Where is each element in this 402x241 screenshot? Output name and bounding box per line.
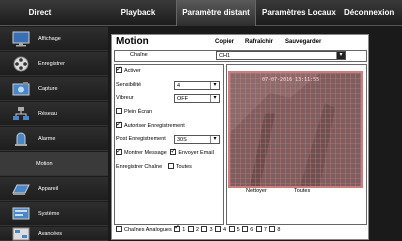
channel-number: 6 bbox=[250, 227, 254, 233]
activate-label: Activer bbox=[124, 68, 141, 74]
buzzer-label: Vibreur bbox=[116, 95, 134, 101]
activate-checkbox[interactable] bbox=[116, 64, 122, 75]
copy-button[interactable]: Copier bbox=[215, 37, 234, 47]
camera-icon bbox=[12, 81, 30, 97]
tab-logout[interactable]: Déconnexion bbox=[344, 0, 402, 26]
sidebar-item-label: Capture bbox=[38, 86, 58, 92]
sidebar-item-alarm[interactable]: Alarme bbox=[0, 127, 108, 151]
send-email-checkbox[interactable] bbox=[170, 146, 177, 157]
channel-select[interactable]: CH1 ▾ bbox=[216, 51, 346, 60]
top-navigation: Direct Playback Paramètre distant Paramè… bbox=[0, 0, 402, 26]
hdd-icon bbox=[12, 181, 30, 197]
page-title: Motion bbox=[116, 36, 149, 47]
sensitivity-label: Sensibilité bbox=[116, 82, 142, 88]
tab-remote-settings[interactable]: Paramètre distant bbox=[176, 0, 256, 26]
sidebar-item-motion[interactable]: Motion bbox=[0, 152, 108, 176]
channel-number: 5 bbox=[236, 227, 240, 233]
channel-label: Chaîne bbox=[130, 52, 148, 58]
clear-button[interactable]: Nettoyer bbox=[246, 186, 267, 197]
record-channel-label: Enregistrer Chaîne bbox=[116, 164, 163, 170]
sidebar: Affichage Enregistrer Capture Réseau Ala… bbox=[0, 26, 108, 241]
motion-settings-panel: Motion Copier Rafraîchir Sauvegarder Cha… bbox=[111, 34, 369, 240]
motion-grid-preview[interactable]: 07-07-2016 13:11:55 bbox=[228, 71, 363, 188]
allow-record-checkbox[interactable] bbox=[116, 119, 122, 130]
allow-record-row: Autoriser Enregistrement bbox=[116, 119, 185, 132]
send-email-label: Envoyer Email bbox=[178, 150, 214, 156]
message-email-row: Montrer Message Envoyer Email bbox=[116, 146, 214, 159]
film-reel-icon bbox=[12, 56, 30, 72]
sidebar-item-label: Système bbox=[38, 211, 60, 217]
tab-playback[interactable]: Playback bbox=[118, 0, 158, 26]
sidebar-item-record[interactable]: Enregistrer bbox=[0, 52, 108, 76]
channel-number: 1 bbox=[182, 227, 186, 233]
sensitivity-value: 4 bbox=[177, 83, 181, 89]
chevron-down-icon: ▾ bbox=[210, 136, 219, 143]
sidebar-item-label: Affichage bbox=[38, 36, 61, 42]
buzzer-select[interactable]: OFF ▾ bbox=[174, 94, 220, 103]
show-message-checkbox[interactable] bbox=[116, 146, 122, 157]
post-record-value: 30S bbox=[177, 137, 187, 143]
channel-checkbox-3[interactable] bbox=[201, 225, 208, 232]
panel-header: Motion Copier Rafraîchir Sauvegarder bbox=[112, 35, 370, 49]
channel-checkbox-2[interactable] bbox=[187, 225, 194, 232]
tab-direct[interactable]: Direct bbox=[0, 0, 80, 26]
system-icon bbox=[12, 206, 30, 222]
sidebar-item-label: Enregistrer bbox=[38, 61, 65, 67]
channel-checkbox-4[interactable] bbox=[215, 225, 222, 232]
show-message-label: Montrer Message bbox=[124, 150, 167, 156]
record-all-label: Toutes bbox=[175, 164, 192, 170]
sidebar-item-label: Réseau bbox=[38, 111, 57, 117]
save-button[interactable]: Sauvegarder bbox=[285, 37, 321, 47]
channel-number: 8 bbox=[277, 227, 281, 233]
select-all-grid-button[interactable]: Toutes bbox=[294, 186, 310, 197]
analog-all-checkbox[interactable] bbox=[116, 225, 122, 232]
channel-number: 3 bbox=[209, 227, 213, 233]
fullscreen-checkbox[interactable] bbox=[116, 107, 122, 114]
analog-channels-label: Chaînes Analogues bbox=[124, 227, 172, 233]
activate-row: Activer bbox=[116, 64, 141, 77]
sidebar-item-label: Motion bbox=[36, 161, 53, 167]
sidebar-item-label: Avancées bbox=[38, 231, 63, 237]
camera-preview-image bbox=[230, 73, 361, 186]
chevron-down-icon: ▾ bbox=[336, 52, 345, 59]
network-icon bbox=[12, 106, 30, 122]
monitor-icon bbox=[12, 31, 30, 47]
channel-checkbox-7[interactable] bbox=[255, 225, 262, 232]
tab-local-settings[interactable]: Paramètres Locaux bbox=[262, 0, 336, 26]
alarm-icon bbox=[12, 131, 30, 147]
channel-number: 2 bbox=[195, 227, 199, 233]
sidebar-item-label: Appareil bbox=[38, 186, 59, 192]
fullscreen-label: Plein Écran bbox=[124, 109, 153, 115]
analog-channels-row: Chaînes Analogues 1 2 3 4 5 6 7 8 bbox=[116, 223, 281, 235]
channel-checkbox-8[interactable] bbox=[269, 225, 276, 232]
sidebar-item-advanced[interactable]: Avancées bbox=[0, 227, 108, 241]
refresh-button[interactable]: Rafraîchir bbox=[245, 37, 273, 47]
record-all-checkbox[interactable] bbox=[167, 162, 174, 169]
sidebar-item-capture[interactable]: Capture bbox=[0, 77, 108, 101]
sidebar-item-system[interactable]: Système bbox=[0, 202, 108, 226]
fullscreen-row: Plein Écran bbox=[116, 107, 152, 118]
allow-record-label: Autoriser Enregistrement bbox=[124, 123, 185, 129]
sidebar-item-display[interactable]: Affichage bbox=[0, 27, 108, 51]
channel-checkbox-5[interactable] bbox=[228, 225, 235, 232]
post-record-select[interactable]: 30S ▾ bbox=[174, 135, 220, 144]
channel-checkbox-6[interactable] bbox=[242, 225, 249, 232]
sidebar-item-network[interactable]: Réseau bbox=[0, 102, 108, 126]
channel-select-value: CH1 bbox=[219, 53, 231, 59]
channel-number: 7 bbox=[263, 227, 267, 233]
channel-checkbox-1[interactable] bbox=[174, 223, 181, 233]
channel-number: 4 bbox=[223, 227, 227, 233]
sidebar-item-label: Alarme bbox=[38, 136, 56, 142]
buzzer-value: OFF bbox=[177, 96, 188, 102]
sidebar-item-device[interactable]: Appareil bbox=[0, 177, 108, 201]
chevron-down-icon: ▾ bbox=[210, 95, 219, 102]
video-timestamp: 07-07-2016 13:11:55 bbox=[262, 77, 320, 83]
post-record-label: Post Enregistrement bbox=[116, 136, 166, 142]
record-channel-row: Enregistrer Chaîne Toutes bbox=[116, 162, 192, 173]
advanced-icon bbox=[12, 227, 30, 241]
sensitivity-select[interactable]: 4 ▾ bbox=[174, 81, 220, 90]
chevron-down-icon: ▾ bbox=[210, 82, 219, 89]
